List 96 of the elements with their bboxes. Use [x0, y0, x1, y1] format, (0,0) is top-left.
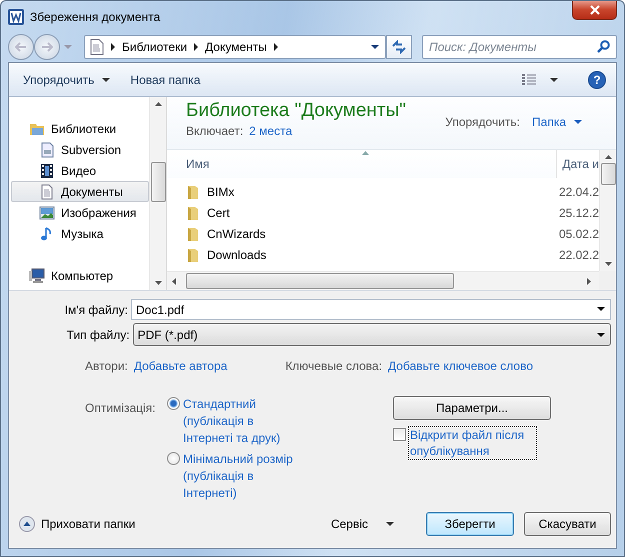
up-arrow-icon	[604, 155, 612, 159]
close-icon	[590, 4, 600, 14]
scroll-thumb[interactable]	[600, 163, 616, 185]
dropdown-icon	[102, 78, 110, 82]
left-arrow-icon	[15, 42, 27, 52]
collapse-icon	[19, 516, 35, 532]
dropdown-icon	[371, 45, 379, 49]
search-field[interactable]: Поиск: Документы	[422, 35, 617, 59]
history-dropdown-icon	[64, 45, 72, 49]
library-title: Библиотека "Документы"	[186, 100, 408, 122]
breadcrumb-item[interactable]: Документы	[205, 40, 267, 54]
folder-icon	[187, 246, 199, 262]
tools-button[interactable]: Сервіс	[324, 516, 400, 532]
chevron-icon	[274, 43, 278, 51]
field-label: Ім'я файлу:	[64, 302, 129, 316]
file-type-dropdown[interactable]: PDF (*.pdf)	[132, 323, 611, 346]
scrollbar[interactable]	[167, 271, 599, 290]
hide-folders-button[interactable]: Приховати папки	[9, 516, 136, 532]
search-icon	[597, 40, 610, 53]
checkbox-label[interactable]: Відкрити файл після опублікування	[408, 426, 537, 460]
dropdown-icon	[574, 120, 582, 124]
up-arrow-icon	[154, 102, 162, 106]
sidebar-item[interactable]: Компьютер	[11, 265, 149, 286]
right-arrow-icon	[41, 42, 53, 52]
sidebar-item[interactable]: Библиотеки	[11, 118, 149, 139]
chevron-icon	[194, 43, 198, 51]
scrollbar[interactable]	[149, 97, 166, 290]
scroll-thumb[interactable]	[186, 273, 454, 289]
computer-icon	[29, 268, 45, 284]
window-title: Збереження документа	[30, 10, 160, 24]
left-arrow-icon	[172, 278, 176, 284]
address-bar[interactable]: Библиотеки Документы	[84, 35, 386, 59]
file-name[interactable]: BIMx	[207, 184, 234, 198]
table-cell-text: 05.02.2	[558, 226, 599, 240]
scroll-thumb[interactable]	[150, 162, 166, 202]
sidebar-item[interactable]: Документы	[11, 181, 149, 202]
cancel-button[interactable]: Скасувати	[524, 512, 611, 536]
folder-icon	[187, 184, 199, 200]
document-icon	[39, 184, 55, 200]
keywords-label: Ключевые слова:	[285, 359, 382, 373]
sidebar-item[interactable]: Музыка	[11, 223, 149, 244]
table-cell-text: 22.04.2	[558, 184, 599, 198]
sidebar-item[interactable]: Изображения	[11, 202, 149, 223]
radio-button[interactable]	[167, 397, 180, 410]
dropdown-icon	[386, 522, 394, 526]
arrange-label: Упорядочить:	[445, 115, 520, 129]
picture-icon	[39, 204, 55, 220]
dropdown-icon	[550, 78, 558, 82]
film-icon	[39, 162, 55, 178]
table-cell-text: 25.12.2	[558, 206, 599, 220]
field-label: Тип файлу:	[66, 328, 131, 342]
add-author-link[interactable]: Добавьте автора	[134, 359, 228, 373]
options-button[interactable]: Параметри...	[393, 396, 551, 420]
refresh-button[interactable]	[386, 35, 412, 59]
file-name[interactable]: CnWizards	[207, 226, 266, 240]
authors-label: Автори:	[85, 359, 128, 373]
sidebar-item[interactable]: Видео	[11, 160, 149, 181]
file-name-field[interactable]: Doc1.pdf	[131, 299, 611, 320]
document-icon	[39, 142, 55, 158]
organize-button[interactable]: Упорядочить	[15, 68, 118, 90]
down-arrow-icon	[604, 262, 612, 266]
help-button[interactable]: ?	[588, 70, 606, 88]
add-keyword-link[interactable]: Добавьте ключевое слово	[388, 359, 534, 373]
forward-button[interactable]	[34, 34, 60, 60]
right-arrow-icon	[587, 278, 591, 284]
folder-icon	[187, 226, 199, 242]
refresh-icon	[391, 40, 407, 54]
optimization-label: Оптимізація:	[85, 400, 156, 417]
breadcrumb-item[interactable]: Библиотеки	[122, 40, 188, 54]
dropdown-icon	[597, 307, 605, 311]
save-button[interactable]: Зберегти	[426, 512, 514, 536]
radio-button[interactable]	[167, 452, 180, 465]
file-name[interactable]: Cert	[207, 206, 230, 220]
table-cell-text: 22.02.2	[558, 248, 599, 262]
chevron-icon	[111, 43, 115, 51]
back-button[interactable]	[8, 34, 34, 60]
checkbox[interactable]	[393, 428, 406, 441]
radio-label[interactable]: Стандартний (публікація в Інтернеті та друк)	[183, 396, 301, 447]
folder-icon	[187, 204, 199, 220]
sidebar-item[interactable]: Subversion	[11, 139, 149, 160]
word-icon	[8, 8, 24, 24]
includes-label: Включает:	[186, 124, 244, 138]
new-folder-button[interactable]: Новая папка	[122, 68, 208, 90]
scrollbar[interactable]	[599, 150, 616, 271]
column-header[interactable]: Дата и	[557, 150, 599, 178]
arrange-dropdown[interactable]: Папка	[532, 115, 582, 129]
file-name[interactable]: Downloads	[207, 248, 266, 262]
list-view-icon	[522, 74, 536, 86]
dropdown-icon	[597, 332, 605, 336]
down-arrow-icon	[154, 281, 162, 285]
sort-arrow-icon	[362, 151, 369, 155]
column-header[interactable]: Имя	[167, 150, 558, 178]
radio-label[interactable]: Мінімальний розмір (публікація в Інтернеті)	[183, 451, 301, 502]
document-icon	[90, 39, 104, 55]
locations-link[interactable]: 2 места	[249, 124, 292, 138]
close-button[interactable]	[572, 1, 617, 20]
